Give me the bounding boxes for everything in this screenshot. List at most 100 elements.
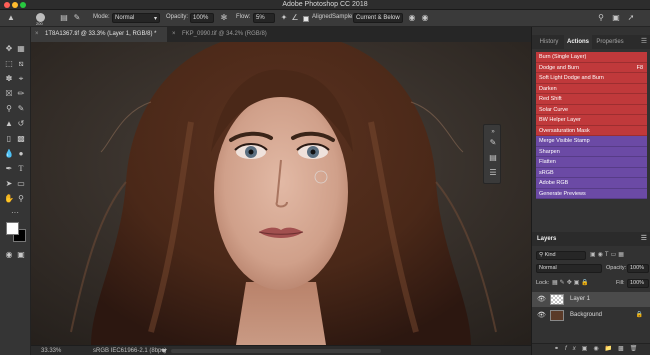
panel-menu-icon[interactable]: ☰ bbox=[639, 35, 649, 49]
layer-row[interactable]: 👁 Layer 1 bbox=[532, 292, 650, 307]
layer-footer-icons[interactable]: ⚭fx▣◉📁▩🗑 bbox=[554, 345, 643, 352]
document-canvas[interactable] bbox=[31, 42, 531, 345]
flow-input[interactable]: 5% bbox=[253, 13, 275, 23]
brush-settings-icon[interactable]: ✎ bbox=[487, 138, 499, 148]
crop-tool-icon[interactable]: ⌖ bbox=[15, 73, 27, 84]
layer-row[interactable]: 👁 Background 🔒 bbox=[532, 308, 650, 323]
tab-document-2[interactable]: × FKP_0990.tif @ 34.2% (RGB/8) bbox=[168, 27, 278, 42]
layer-filter-icons[interactable]: ▣◉T▭▦ bbox=[590, 251, 626, 258]
action-label: Solar Curve bbox=[539, 106, 569, 113]
clone-source-icon[interactable]: ▤ bbox=[487, 153, 499, 163]
frame-tool-icon[interactable]: ☒ bbox=[3, 88, 15, 99]
move-tool-icon[interactable]: ✥ bbox=[3, 43, 15, 54]
artboard-tool-icon[interactable]: ▦ bbox=[15, 43, 27, 54]
options-bar: ▲ 200 ▤ ✎ Mode: Normal ▾ Opacity: 100% ✻ … bbox=[0, 10, 650, 27]
history-brush-tool-icon[interactable]: ↺ bbox=[15, 118, 27, 129]
layer-filter-select[interactable]: ⚲ Kind bbox=[536, 251, 586, 260]
action-item[interactable]: Generate Previews bbox=[536, 188, 647, 199]
quick-mask-icon[interactable]: ◉ bbox=[3, 249, 15, 260]
adjustments-icon[interactable]: ☰ bbox=[487, 168, 499, 178]
opacity-input[interactable]: 100% bbox=[190, 13, 214, 23]
action-item[interactable]: Soft Light Dodge and Burn bbox=[536, 73, 647, 84]
action-item[interactable]: Oversaturation Mask bbox=[536, 125, 647, 136]
close-tab-icon[interactable]: × bbox=[172, 31, 176, 37]
action-item[interactable]: Adobe RGB bbox=[536, 178, 647, 189]
action-shortcut: F8 bbox=[636, 64, 643, 71]
brush-panel-icon[interactable]: ✎ bbox=[72, 13, 82, 23]
collapse-icon[interactable]: » bbox=[487, 127, 499, 137]
tab-properties[interactable]: Properties bbox=[592, 35, 628, 49]
action-item[interactable]: Darken bbox=[536, 83, 647, 94]
action-label: Flatten bbox=[539, 159, 556, 165]
horizontal-scrollbar[interactable] bbox=[171, 349, 381, 353]
dodge-tool-icon[interactable]: ● bbox=[15, 148, 27, 159]
pen-tool-icon[interactable]: ✒ bbox=[3, 163, 15, 174]
airbrush-icon[interactable]: ✦ bbox=[279, 13, 289, 23]
gradient-tool-icon[interactable]: ▩ bbox=[15, 133, 27, 144]
share-icon[interactable]: ➚ bbox=[626, 13, 636, 23]
close-tab-icon[interactable]: × bbox=[35, 31, 39, 37]
blur-tool-icon[interactable]: 💧 bbox=[3, 148, 15, 159]
status-menu-arrow-icon[interactable] bbox=[161, 349, 167, 353]
zoom-tool-icon[interactable]: ⚲ bbox=[15, 193, 27, 204]
visibility-eye-icon[interactable]: 👁 bbox=[537, 295, 546, 303]
path-selection-tool-icon[interactable]: ➤ bbox=[3, 178, 15, 189]
aligned-checkbox[interactable] bbox=[303, 16, 309, 22]
screen-mode-icon[interactable]: ▣ bbox=[15, 249, 27, 260]
search-icon[interactable]: ⚲ bbox=[596, 13, 606, 23]
blend-mode-select[interactable]: Normal bbox=[536, 264, 602, 273]
marquee-tool-icon[interactable]: ⬚ bbox=[3, 58, 15, 69]
zoom-level[interactable]: 33.33% bbox=[41, 348, 61, 354]
lasso-tool-icon[interactable]: ⧅ bbox=[15, 58, 27, 69]
fill-input[interactable]: 100% bbox=[627, 279, 649, 288]
portrait-photo bbox=[31, 42, 531, 345]
type-tool-icon[interactable]: T bbox=[15, 163, 27, 174]
pressure-opacity-icon[interactable]: ✻ bbox=[219, 13, 229, 23]
lock-icons[interactable]: ▦✎✥▣🔒 bbox=[552, 279, 591, 286]
status-bar: 33.33% sRGB IEC61966-2.1 (8bpc) bbox=[31, 345, 531, 355]
action-item[interactable]: Sharpen bbox=[536, 146, 647, 157]
ignore-adjustment-layers-icon[interactable]: ◉ bbox=[407, 13, 417, 23]
action-item[interactable]: Solar Curve bbox=[536, 104, 647, 115]
action-item[interactable]: BW Helper Layer bbox=[536, 115, 647, 126]
action-label: sRGB bbox=[539, 169, 554, 176]
action-label: Darken bbox=[539, 85, 557, 92]
pressure-size-icon[interactable]: ◉ bbox=[420, 13, 430, 23]
tab-document-1[interactable]: × 1T8A1367.tif @ 33.3% (Layer 1, RGB/8) … bbox=[31, 27, 167, 42]
action-item[interactable]: Merge Visible Stamp bbox=[536, 136, 647, 147]
layers-footer: ⚭fx▣◉📁▩🗑 bbox=[532, 343, 650, 355]
layer-opacity-input[interactable]: 100% bbox=[627, 264, 649, 273]
more-tools-icon[interactable]: ··· bbox=[9, 207, 21, 218]
action-item[interactable]: Red Shift bbox=[536, 94, 647, 105]
tab-actions[interactable]: Actions bbox=[564, 35, 592, 49]
rectangle-tool-icon[interactable]: ▭ bbox=[15, 178, 27, 189]
mode-select[interactable]: Normal ▾ bbox=[112, 13, 160, 23]
color-profile[interactable]: sRGB IEC61966-2.1 (8bpc) bbox=[93, 348, 166, 354]
action-label: Merge Visible Stamp bbox=[539, 138, 590, 144]
clone-source-panel-icon[interactable]: ▤ bbox=[59, 13, 69, 23]
layers-panel-title[interactable]: Layers bbox=[537, 236, 556, 242]
quick-selection-tool-icon[interactable]: ✽ bbox=[3, 73, 15, 84]
action-item[interactable]: Flatten bbox=[536, 157, 647, 168]
right-panel: History Actions Properties ☰ Burn (Singl… bbox=[531, 27, 650, 355]
eyedropper-tool-icon[interactable]: ✏ bbox=[15, 88, 27, 99]
tab-history[interactable]: History bbox=[534, 35, 564, 49]
healing-brush-tool-icon[interactable]: ⚲ bbox=[3, 103, 15, 114]
clone-stamp-tool-icon[interactable]: ▲ bbox=[5, 13, 17, 23]
clone-stamp-icon[interactable]: ▲ bbox=[3, 118, 15, 129]
layer-name[interactable]: Layer 1 bbox=[570, 296, 590, 302]
angle-icon[interactable]: ∠ bbox=[290, 13, 300, 23]
workspace-icon[interactable]: ▣ bbox=[611, 13, 621, 23]
layer-name[interactable]: Background bbox=[570, 312, 602, 318]
sample-select[interactable]: Current & Below bbox=[353, 13, 403, 23]
action-item[interactable]: Dodge and Burn F8 bbox=[536, 62, 647, 73]
visibility-eye-icon[interactable]: 👁 bbox=[537, 311, 546, 319]
eraser-tool-icon[interactable]: ▯ bbox=[3, 133, 15, 144]
action-label: Dodge and Burn bbox=[539, 64, 580, 71]
action-item[interactable]: Burn (Single Layer) bbox=[536, 52, 647, 63]
layers-menu-icon[interactable]: ☰ bbox=[641, 234, 647, 242]
action-item[interactable]: sRGB bbox=[536, 167, 647, 178]
brush-tool-icon[interactable]: ✎ bbox=[15, 103, 27, 114]
hand-tool-icon[interactable]: ✋ bbox=[3, 193, 15, 204]
action-label: Red Shift bbox=[539, 96, 562, 102]
